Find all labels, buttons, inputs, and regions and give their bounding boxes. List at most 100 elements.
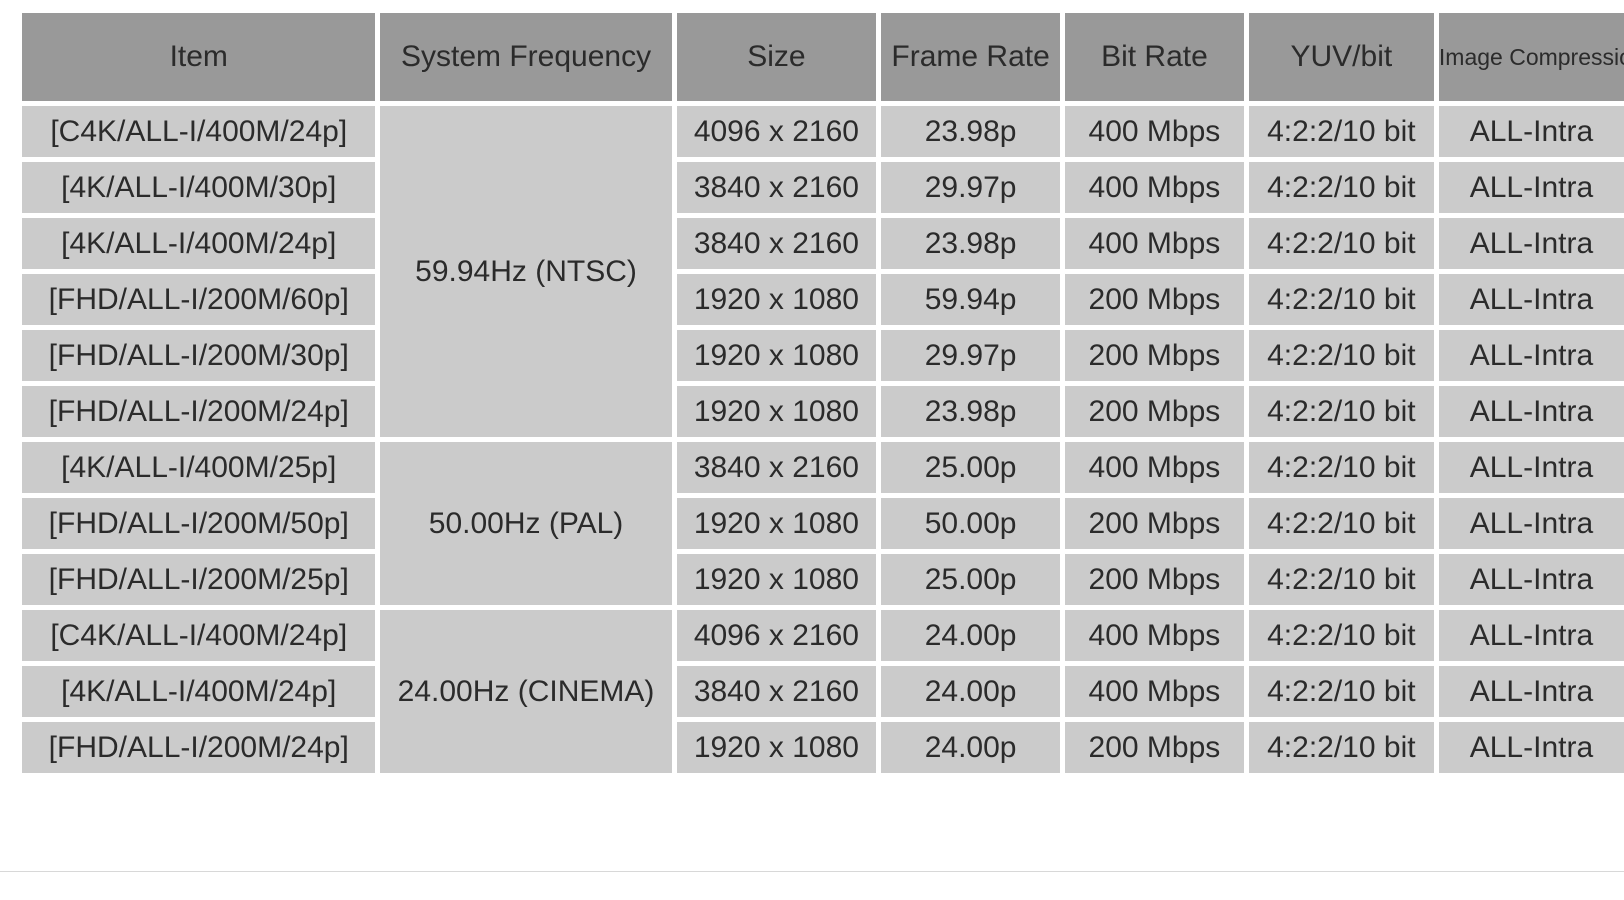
cell-frame-rate: 29.97p [881, 162, 1061, 213]
cell-size: 3840 x 2160 [676, 162, 877, 213]
cell-bit-rate: 400 Mbps [1065, 442, 1244, 493]
cell-yuv-bit: 4:2:2/10 bit [1248, 610, 1434, 661]
cell-yuv-bit: 4:2:2/10 bit [1248, 666, 1434, 717]
cell-size: 1920 x 1080 [676, 498, 877, 549]
table-row: [C4K/ALL-I/400M/24p] 24.00Hz (CINEMA) 4096… [22, 610, 1624, 773]
table-row: [FHD/ALL-I/200M/60p] 1920 x 1080 59.94p 200… [22, 274, 1624, 325]
bottom-divider [0, 871, 1624, 872]
cell-image-compression: ALL-Intra [1438, 610, 1624, 661]
cell-image-compression: ALL-Intra [1438, 554, 1624, 605]
cell-frame-rate: 24.00p [881, 722, 1061, 773]
cell-size: 1920 x 1080 [676, 722, 877, 773]
cell-image-compression: ALL-Intra [1438, 722, 1624, 773]
cell-system-frequency: 24.00Hz (CINEMA) [380, 610, 672, 773]
cell-bit-rate: 400 Mbps [1065, 106, 1244, 157]
cell-item: [C4K/ALL-I/400M/24p] [22, 610, 376, 661]
column-header-size: Size [676, 13, 877, 101]
cell-frame-rate: 24.00p [881, 610, 1061, 661]
table-row: [FHD/ALL-I/200M/30p] 1920 x 1080 29.97p 200… [22, 330, 1624, 381]
column-header-yuv-bit: YUV/bit [1248, 13, 1434, 101]
cell-yuv-bit: 4:2:2/10 bit [1248, 386, 1434, 437]
cell-bit-rate: 200 Mbps [1065, 498, 1244, 549]
cell-bit-rate: 400 Mbps [1065, 162, 1244, 213]
table-row: [C4K/ALL-I/400M/24p] 59.94Hz (NTSC) 4096 x… [22, 106, 1624, 437]
cell-bit-rate: 200 Mbps [1065, 722, 1244, 773]
cell-bit-rate: 400 Mbps [1065, 610, 1244, 661]
table-row: [FHD/ALL-I/200M/25p] 1920 x 1080 25.00p 200… [22, 554, 1624, 605]
cell-bit-rate: 200 Mbps [1065, 386, 1244, 437]
cell-image-compression: ALL-Intra [1438, 666, 1624, 717]
cell-yuv-bit: 4:2:2/10 bit [1248, 106, 1434, 157]
table-row: [4K/ALL-I/400M/25p] 50.00Hz (PAL) 3840 x 2… [22, 442, 1624, 605]
column-header-bit-rate: Bit Rate [1065, 13, 1244, 101]
cell-image-compression: ALL-Intra [1438, 442, 1624, 493]
column-header-frame-rate: Frame Rate [881, 13, 1061, 101]
video-recording-spec-table: Item System Frequency Size Frame Rate Bi… [17, 8, 1624, 778]
cell-yuv-bit: 4:2:2/10 bit [1248, 498, 1434, 549]
cell-size: 4096 x 2160 [676, 106, 877, 157]
column-header-image-compression: Image Compression [1438, 13, 1624, 101]
table-row: [4K/ALL-I/400M/24p] 3840 x 2160 23.98p 400 … [22, 218, 1624, 269]
cell-item: [FHD/ALL-I/200M/60p] [22, 274, 376, 325]
cell-system-frequency: 59.94Hz (NTSC) [380, 106, 672, 437]
cell-frame-rate: 59.94p [881, 274, 1061, 325]
cell-size: 4096 x 2160 [676, 610, 877, 661]
cell-frame-rate: 23.98p [881, 106, 1061, 157]
cell-frame-rate: 29.97p [881, 330, 1061, 381]
cell-size: 1920 x 1080 [676, 274, 877, 325]
cell-item: [4K/ALL-I/400M/24p] [22, 218, 376, 269]
cell-yuv-bit: 4:2:2/10 bit [1248, 162, 1434, 213]
table-row: [4K/ALL-I/400M/24p] 3840 x 2160 24.00p 400 … [22, 666, 1624, 717]
cell-item: [FHD/ALL-I/200M/24p] [22, 386, 376, 437]
cell-item: [FHD/ALL-I/200M/25p] [22, 554, 376, 605]
cell-item: [C4K/ALL-I/400M/24p] [22, 106, 376, 157]
cell-frame-rate: 24.00p [881, 666, 1061, 717]
cell-item: [4K/ALL-I/400M/24p] [22, 666, 376, 717]
cell-frame-rate: 50.00p [881, 498, 1061, 549]
cell-frame-rate: 23.98p [881, 386, 1061, 437]
table-header: Item System Frequency Size Frame Rate Bi… [22, 13, 1624, 101]
cell-item: [4K/ALL-I/400M/25p] [22, 442, 376, 493]
cell-bit-rate: 400 Mbps [1065, 666, 1244, 717]
cell-item: [4K/ALL-I/400M/30p] [22, 162, 376, 213]
cell-yuv-bit: 4:2:2/10 bit [1248, 218, 1434, 269]
cell-yuv-bit: 4:2:2/10 bit [1248, 274, 1434, 325]
cell-system-frequency: 50.00Hz (PAL) [380, 442, 672, 605]
cell-yuv-bit: 4:2:2/10 bit [1248, 442, 1434, 493]
video-recording-spec-table-container: Item System Frequency Size Frame Rate Bi… [0, 0, 1624, 900]
cell-size: 1920 x 1080 [676, 330, 877, 381]
cell-bit-rate: 200 Mbps [1065, 330, 1244, 381]
cell-yuv-bit: 4:2:2/10 bit [1248, 330, 1434, 381]
cell-size: 1920 x 1080 [676, 554, 877, 605]
cell-image-compression: ALL-Intra [1438, 162, 1624, 213]
cell-frame-rate: 25.00p [881, 554, 1061, 605]
cell-size: 3840 x 2160 [676, 442, 877, 493]
column-header-system-frequency: System Frequency [380, 13, 672, 101]
cell-image-compression: ALL-Intra [1438, 330, 1624, 381]
cell-item: [FHD/ALL-I/200M/30p] [22, 330, 376, 381]
table-row: [FHD/ALL-I/200M/24p] 1920 x 1080 23.98p 200… [22, 386, 1624, 437]
table-body: [C4K/ALL-I/400M/24p] 59.94Hz (NTSC) 4096 x… [22, 106, 1624, 773]
cell-frame-rate: 25.00p [881, 442, 1061, 493]
cell-image-compression: ALL-Intra [1438, 386, 1624, 437]
cell-bit-rate: 400 Mbps [1065, 218, 1244, 269]
cell-bit-rate: 200 Mbps [1065, 274, 1244, 325]
cell-item: [FHD/ALL-I/200M/50p] [22, 498, 376, 549]
cell-yuv-bit: 4:2:2/10 bit [1248, 722, 1434, 773]
cell-yuv-bit: 4:2:2/10 bit [1248, 554, 1434, 605]
cell-image-compression: ALL-Intra [1438, 498, 1624, 549]
cell-image-compression: ALL-Intra [1438, 274, 1624, 325]
cell-frame-rate: 23.98p [881, 218, 1061, 269]
table-header-row: Item System Frequency Size Frame Rate Bi… [22, 13, 1624, 101]
table-row: [FHD/ALL-I/200M/24p] 1920 x 1080 24.00p 200… [22, 722, 1624, 773]
table-row: [4K/ALL-I/400M/30p] 3840 x 2160 29.97p 400 … [22, 162, 1624, 213]
cell-image-compression: ALL-Intra [1438, 106, 1624, 157]
cell-item: [FHD/ALL-I/200M/24p] [22, 722, 376, 773]
column-header-item: Item [22, 13, 376, 101]
table-row: [FHD/ALL-I/200M/50p] 1920 x 1080 50.00p 200… [22, 498, 1624, 549]
cell-size: 3840 x 2160 [676, 218, 877, 269]
cell-size: 3840 x 2160 [676, 666, 877, 717]
cell-bit-rate: 200 Mbps [1065, 554, 1244, 605]
cell-size: 1920 x 1080 [676, 386, 877, 437]
cell-image-compression: ALL-Intra [1438, 218, 1624, 269]
